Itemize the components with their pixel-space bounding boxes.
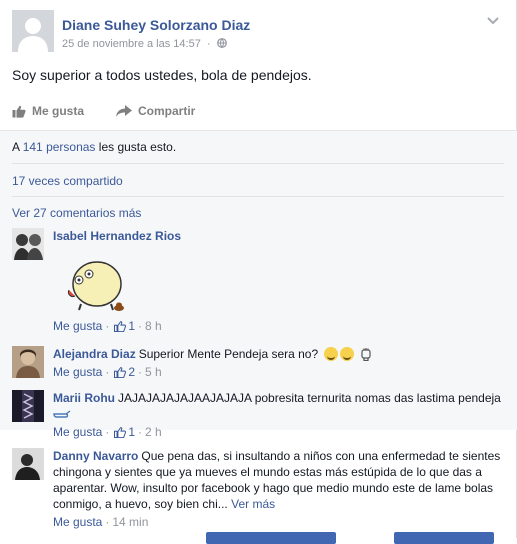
comment-text: Superior Mente Pendeja sera no? <box>138 347 319 361</box>
post-timestamp[interactable]: 25 de noviembre a las 14:57 <box>62 38 201 50</box>
comment-time[interactable]: 14 min <box>112 514 148 530</box>
like-count-value: 1 <box>128 319 136 333</box>
footer-separator: · <box>105 319 110 333</box>
comment-footer: Me gusta · 1 · 2 h <box>53 424 504 440</box>
view-more-comments-link[interactable]: Ver 27 comentarios más <box>12 206 141 220</box>
commenter-name[interactable]: Marii Rohu <box>53 391 115 405</box>
comment-like-link[interactable]: Me gusta <box>53 514 102 530</box>
comment-body: Danny Navarro Que pena das, si insultando… <box>53 448 504 530</box>
thumbs-up-icon <box>12 105 26 118</box>
comment-footer: Me gusta · 1 · 8 h <box>53 318 504 334</box>
divider <box>12 163 504 164</box>
post-actions: Me gusta Compartir <box>12 104 504 124</box>
share-arrow-icon <box>116 105 132 117</box>
author-name[interactable]: Diane Suhey Solorzano Diaz <box>62 17 250 33</box>
sticker-image <box>68 261 124 311</box>
privacy-globe-icon[interactable] <box>216 38 227 48</box>
footer-separator: · <box>138 365 143 379</box>
share-button[interactable]: Compartir <box>116 104 195 118</box>
partial-button[interactable] <box>394 532 494 544</box>
like-count-value: 1 <box>128 425 136 439</box>
commenter-avatar[interactable] <box>12 346 44 378</box>
post-meta: 25 de noviembre a las 14:57 · <box>62 38 227 50</box>
comment-item: Alejandra Diaz Superior Mente Pendeja ser… <box>12 346 504 382</box>
footer-separator: · <box>105 425 110 439</box>
comment-time[interactable]: 2 h <box>145 424 162 440</box>
commenter-avatar[interactable] <box>12 228 44 260</box>
default-avatar-icon <box>12 10 54 52</box>
share-button-label: Compartir <box>138 104 196 118</box>
avatar-photo <box>12 228 44 260</box>
comment-time[interactable]: 8 h <box>145 318 162 334</box>
laughing-emoji-icon <box>323 347 338 361</box>
likes-count: 141 <box>22 140 43 154</box>
chevron-down-icon[interactable] <box>486 16 500 26</box>
likes-prefix: A <box>12 140 20 154</box>
partial-button[interactable] <box>206 532 336 544</box>
likes-people-link[interactable]: 141 personas <box>23 140 96 154</box>
comment-item: Danny Navarro Que pena das, si insultando… <box>12 448 504 534</box>
author-avatar[interactable] <box>12 10 54 52</box>
comment-body: Isabel Hernandez Rios Me gusta · 1 · 8 h <box>53 228 504 334</box>
comment-text: JAJAJAJAJAJAAJAJAJA pobresita ternurita … <box>118 391 501 405</box>
post-text: Soy superior a todos ustedes, bola de pe… <box>12 67 312 83</box>
likes-people: personas <box>46 140 96 154</box>
commenter-avatar[interactable] <box>12 448 44 480</box>
thumbs-up-icon <box>114 426 127 438</box>
thumbs-up-icon <box>114 366 127 378</box>
raised-fist-icon <box>361 348 371 362</box>
comment-like-count[interactable]: 1 <box>114 424 135 440</box>
post-card: Diane Suhey Solorzano Diaz 25 de noviemb… <box>0 0 517 544</box>
shares-count-link[interactable]: 17 veces compartido <box>12 174 123 188</box>
comment-item: Isabel Hernandez Rios Me gusta · 1 · 8 h <box>12 228 504 338</box>
commenter-name[interactable]: Isabel Hernandez Rios <box>53 229 181 243</box>
footer-separator: · <box>105 515 110 529</box>
likes-suffix: les gusta esto. <box>98 140 177 154</box>
comment-footer: Me gusta · 2 · 5 h <box>53 364 504 380</box>
comment-like-count[interactable]: 1 <box>114 318 135 334</box>
comment-item: Marii Rohu JAJAJAJAJAJAAJAJAJA pobresita … <box>12 390 504 440</box>
commenter-name[interactable]: Alejandra Diaz <box>53 347 136 361</box>
comment-like-link[interactable]: Me gusta <box>53 424 102 440</box>
hand-emoji-icon <box>53 410 71 418</box>
like-count-value: 2 <box>128 365 136 379</box>
post-header: Diane Suhey Solorzano Diaz 25 de noviemb… <box>12 10 504 58</box>
comment-like-link[interactable]: Me gusta <box>53 364 102 380</box>
thumbs-up-icon <box>114 320 127 332</box>
like-button-label: Me gusta <box>32 104 85 118</box>
meta-separator: · <box>206 38 211 50</box>
footer-separator: · <box>138 425 143 439</box>
comment-like-link[interactable]: Me gusta <box>53 318 102 334</box>
commenter-avatar[interactable] <box>12 390 44 422</box>
divider <box>12 196 504 197</box>
comment-time[interactable]: 5 h <box>145 364 162 380</box>
comment-body: Marii Rohu JAJAJAJAJAJAAJAJAJA pobresita … <box>53 390 504 440</box>
laughing-emoji-icon <box>339 347 354 361</box>
comment-like-count[interactable]: 2 <box>114 364 135 380</box>
see-more-link[interactable]: Ver más <box>231 497 275 511</box>
avatar-photo <box>12 390 44 422</box>
avatar-photo <box>12 346 44 378</box>
likes-summary: A 141 personas les gusta esto. <box>12 140 176 154</box>
comment-footer: Me gusta · 14 min <box>53 514 504 530</box>
comment-body: Alejandra Diaz Superior Mente Pendeja ser… <box>53 346 504 380</box>
like-button[interactable]: Me gusta <box>12 104 84 118</box>
footer-separator: · <box>105 365 110 379</box>
avatar-photo <box>12 448 44 480</box>
commenter-name[interactable]: Danny Navarro <box>53 449 138 463</box>
footer-separator: · <box>138 319 143 333</box>
